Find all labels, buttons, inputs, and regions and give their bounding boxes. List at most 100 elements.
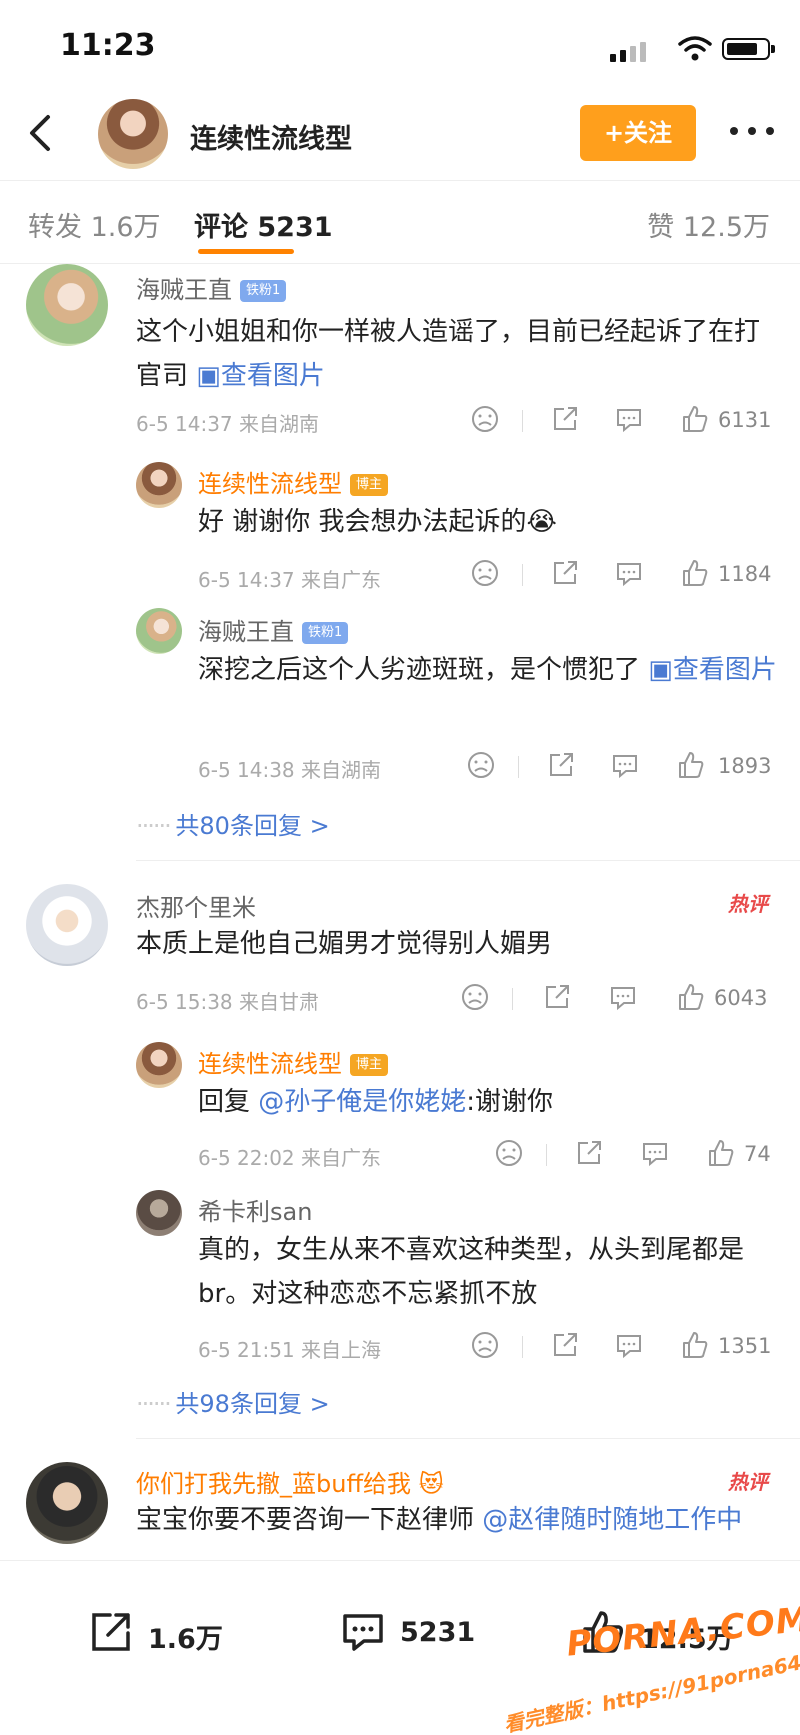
follow-button[interactable]: +关注 [580, 105, 696, 161]
comment-text: 宝宝你要不要咨询一下赵律师 @赵律随时随地工作中 [136, 1505, 743, 1535]
reply-meta: 6-5 14:37 来自广东 [198, 568, 382, 592]
view-more-replies[interactable]: 共98条回复 > [136, 1384, 329, 1419]
author-name[interactable]: 连续性流线型 [190, 117, 352, 156]
repost-count: 1.6万 [148, 1624, 223, 1655]
reply-meta: 6-5 22:02 来自广东 [198, 1146, 382, 1170]
reply-username[interactable]: 连续性流线型 博主 [198, 464, 389, 499]
user-avatar[interactable] [136, 608, 182, 654]
comment-meta: 6-5 14:37 来自湖南 [136, 412, 320, 436]
battery-icon [722, 38, 775, 60]
tab-likes[interactable]: 赞 12.5万 [647, 205, 770, 244]
reply-icon[interactable] [614, 404, 644, 434]
comment-username[interactable]: 海贼王直 铁粉1 [136, 270, 287, 305]
author-badge: 博主 [350, 1054, 389, 1076]
reply-meta: 6-5 21:51 来自上海 [198, 1338, 382, 1362]
like-count: 74 [744, 1142, 771, 1166]
reply-actions: 1184 [470, 558, 780, 594]
share-icon[interactable] [550, 1330, 580, 1360]
like-icon[interactable] [706, 1138, 736, 1168]
back-arrow-icon[interactable] [20, 111, 64, 155]
like-icon[interactable] [680, 404, 710, 434]
share-icon[interactable] [542, 982, 572, 1012]
like-count: 1893 [718, 754, 772, 778]
emoji-icon: 😻 [418, 1470, 444, 1498]
reply-icon[interactable] [614, 558, 644, 588]
like-icon[interactable] [676, 982, 706, 1012]
reply-icon[interactable] [640, 1138, 670, 1168]
comment-username[interactable]: 你们打我先撤_蓝buff给我 😻 [136, 1464, 444, 1499]
reply-item: 连续性流线型 博主 好 谢谢你 我会想办法起诉的😭 6-5 14:37 来自广东 … [0, 458, 800, 598]
comment-meta: 6-5 15:38 来自甘肃 [136, 990, 320, 1014]
dislike-icon[interactable] [466, 750, 496, 780]
reply-text: 好 谢谢你 我会想办法起诉的😭 [198, 507, 557, 537]
comment-text: 本质上是他自己媚男才觉得别人媚男 [136, 929, 553, 959]
reply-item: 希卡利san 真的，女生从来不喜欢这种类型，从头到尾都是br。对这种恋恋不忘紧抓… [0, 1188, 800, 1362]
comment-icon [343, 1614, 383, 1651]
reply-username[interactable]: 希卡利san [198, 1192, 312, 1227]
reply-icon[interactable] [610, 750, 640, 780]
reply-text: 真的，女生从来不喜欢这种类型，从头到尾都是br。对这种恋恋不忘紧抓不放 [198, 1235, 745, 1309]
divider [136, 860, 800, 861]
user-avatar[interactable] [26, 1462, 108, 1544]
share-icon[interactable] [550, 558, 580, 588]
view-more-replies[interactable]: 共80条回复 > [136, 806, 329, 841]
like-icon[interactable] [680, 558, 710, 588]
user-avatar[interactable] [26, 264, 108, 346]
status-bar: 11:23 [0, 0, 800, 95]
comment-actions: 6131 [470, 404, 780, 440]
hot-comment-badge: 热评 [728, 1470, 768, 1494]
reply-icon[interactable] [608, 982, 638, 1012]
user-avatar[interactable] [136, 1042, 182, 1088]
like-count: 1184 [718, 562, 772, 586]
comment-item: 海贼王直 铁粉1 这个小姐姐和你一样被人造谣了，目前已经起诉了在打官司 ▣查看图片… [0, 264, 800, 436]
repost-icon [92, 1613, 130, 1651]
reply-item: 连续性流线型 博主 回复 @孙子俺是你姥姥:谢谢你 6-5 22:02 来自广东 … [0, 1038, 800, 1170]
divider [136, 1438, 800, 1439]
dislike-icon[interactable] [470, 558, 500, 588]
like-count: 6131 [718, 408, 772, 432]
tab-comments[interactable]: 评论 5231 [194, 205, 333, 244]
like-count: 1351 [718, 1334, 772, 1358]
like-icon[interactable] [680, 1330, 710, 1360]
tab-reposts[interactable]: 转发 1.6万 [28, 205, 161, 244]
reply-meta: 6-5 14:38 来自湖南 [198, 758, 382, 782]
hot-comment-badge: 热评 [728, 892, 768, 916]
reply-username[interactable]: 连续性流线型 博主 [198, 1044, 389, 1079]
reply-item: 海贼王直 铁粉1 深挖之后这个人劣迹斑斑，是个惯犯了 ▣查看图片 6-5 14:3… [0, 606, 800, 786]
comment-text: 这个小姐姐和你一样被人造谣了，目前已经起诉了在打官司 ▣查看图片 [136, 317, 761, 391]
active-tab-indicator [198, 249, 294, 254]
mention-link[interactable]: @孙子俺是你姥姥 [258, 1087, 466, 1117]
top-nav: 连续性流线型 +关注 [0, 95, 800, 180]
dislike-icon[interactable] [470, 1330, 500, 1360]
dislike-icon[interactable] [460, 982, 490, 1012]
comment-count: 5231 [400, 1617, 476, 1648]
like-icon[interactable] [676, 750, 706, 780]
post-tabs: 转发 1.6万 评论 5231 赞 12.5万 [0, 180, 800, 264]
reply-text: 深挖之后这个人劣迹斑斑，是个惯犯了 ▣查看图片 [198, 655, 777, 685]
comment-item: 你们打我先撤_蓝buff给我 😻 热评 宝宝你要不要咨询一下赵律师 @赵律随时随… [0, 1458, 800, 1560]
share-icon[interactable] [550, 404, 580, 434]
dislike-icon[interactable] [470, 404, 500, 434]
reply-username[interactable]: 海贼王直 铁粉1 [198, 612, 349, 647]
dislike-icon[interactable] [494, 1138, 524, 1168]
share-icon[interactable] [574, 1138, 604, 1168]
comment-item: 杰那个里米 热评 本质上是他自己媚男才觉得别人媚男 6-5 15:38 来自甘肃… [0, 880, 800, 1030]
comment-username[interactable]: 杰那个里米 [136, 888, 256, 923]
reply-actions: 1893 [466, 750, 780, 786]
more-options-icon[interactable] [728, 119, 776, 143]
mention-link[interactable]: @赵律随时随地工作中 [482, 1505, 742, 1535]
view-image-link[interactable]: ▣查看图片 [196, 361, 325, 391]
comment-actions: 6043 [460, 982, 780, 1018]
reply-text: 回复 @孙子俺是你姥姥:谢谢你 [198, 1087, 554, 1117]
share-icon[interactable] [546, 750, 576, 780]
view-image-link[interactable]: ▣查看图片 [648, 655, 777, 685]
reply-icon[interactable] [614, 1330, 644, 1360]
like-count: 6043 [714, 986, 768, 1010]
user-avatar[interactable] [26, 884, 108, 966]
user-avatar[interactable] [136, 462, 182, 508]
status-time: 11:23 [60, 28, 156, 63]
fan-badge: 铁粉1 [240, 280, 287, 302]
user-avatar[interactable] [136, 1190, 182, 1236]
author-avatar[interactable] [98, 99, 168, 169]
wifi-icon [678, 36, 712, 61]
